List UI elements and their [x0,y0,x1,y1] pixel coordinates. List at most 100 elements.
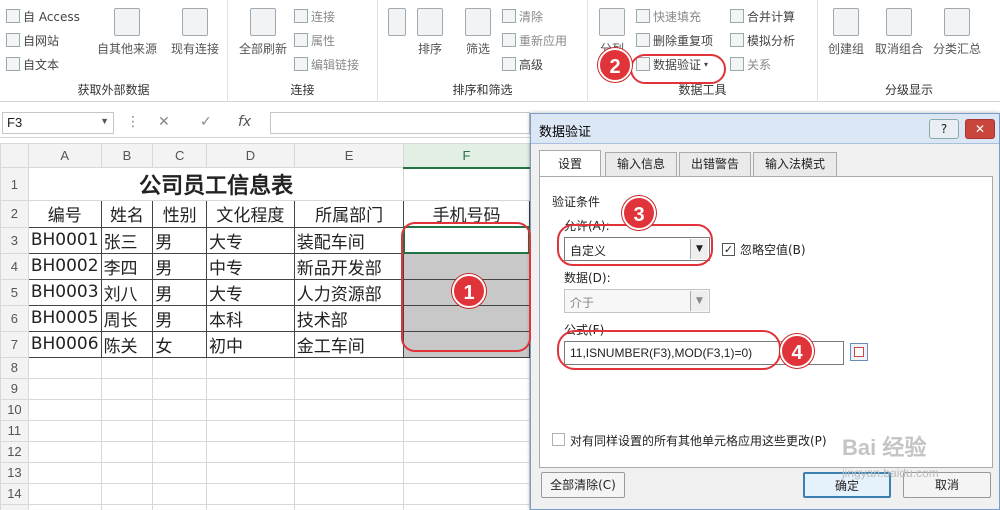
row-header[interactable]: 8 [0,356,29,379]
cell[interactable]: 张三 [100,226,154,254]
cell[interactable]: 男 [152,252,208,280]
cell[interactable] [403,482,530,505]
cell[interactable]: 本科 [206,304,295,332]
reapply-button[interactable]: 重新应用 [502,30,567,50]
cell[interactable] [293,503,405,510]
clear-all-button[interactable]: 全部清除(C) [541,472,625,498]
help-button[interactable]: ? [929,119,959,139]
cell[interactable] [403,419,530,442]
cell[interactable] [293,461,405,484]
cell[interactable] [27,461,102,484]
tab-input-message[interactable]: 输入信息 [605,152,677,176]
cell[interactable]: BH0003 [27,278,102,306]
insert-function-icon[interactable]: fx [238,114,251,130]
sort-az-button[interactable] [382,8,412,40]
cell[interactable] [152,461,208,484]
refresh-all-button[interactable]: 全部刷新 [232,8,294,57]
cell[interactable] [100,461,154,484]
row-header[interactable]: 11 [0,419,29,442]
sheet-title[interactable]: 公司员工信息表 [27,167,405,201]
cell[interactable]: 初中 [206,330,295,358]
cell[interactable] [206,440,295,463]
chevron-down-icon[interactable]: ▼ [100,116,109,126]
cell[interactable] [152,356,208,379]
cell[interactable] [403,398,530,421]
cell[interactable] [152,377,208,400]
cell[interactable]: 金工车间 [293,330,405,358]
existing-connections-button[interactable]: 现有连接 [165,8,225,57]
remove-duplicates-button[interactable]: 删除重复项 [636,30,713,50]
column-header-selected[interactable]: F [403,143,530,169]
properties-button[interactable]: 属性 [294,30,335,50]
row-header[interactable]: 2 [0,200,29,228]
cancel-icon[interactable]: ✕ [158,114,170,130]
cell[interactable] [152,419,208,442]
group-button[interactable]: 创建组 [824,8,868,57]
tab-ime-mode[interactable]: 输入法模式 [753,152,837,176]
name-box[interactable]: F3 ▼ [2,112,114,134]
column-header[interactable]: A [27,143,102,168]
row-header[interactable]: 7 [0,330,29,358]
relationships-button[interactable]: 关系 [730,54,771,74]
cell[interactable]: 李四 [100,252,154,280]
cell[interactable]: 男 [152,278,208,306]
cell[interactable]: BH0006 [27,330,102,358]
cell[interactable]: 男 [152,226,208,254]
ignore-blank-checkbox[interactable]: ✓ [722,243,735,256]
from-other-sources-button[interactable]: 自其他来源 [92,8,162,57]
cell[interactable] [293,377,405,400]
header-cell[interactable]: 文化程度 [206,200,295,228]
row-header[interactable]: 9 [0,377,29,400]
cell[interactable]: 周长 [100,304,154,332]
cell[interactable] [100,440,154,463]
cell[interactable] [293,356,405,379]
row-header[interactable]: 13 [0,461,29,484]
tab-settings[interactable]: 设置 [539,150,601,176]
row-header[interactable]: 1 [0,167,29,201]
cell[interactable] [206,419,295,442]
cell[interactable] [27,503,102,510]
cell[interactable]: BH0001 [27,226,102,254]
cell[interactable]: BH0002 [27,252,102,280]
cell[interactable] [403,377,530,400]
formula-input[interactable] [270,112,530,134]
cell[interactable] [403,503,530,510]
cell[interactable] [100,377,154,400]
apply-all-checkbox[interactable] [552,433,565,446]
cell[interactable] [206,356,295,379]
enter-icon[interactable]: ✓ [200,114,212,130]
cell[interactable] [206,482,295,505]
cell[interactable]: 大专 [206,226,295,254]
header-cell[interactable]: 编号 [27,200,102,228]
cell[interactable]: 人力资源部 [293,278,405,306]
cell[interactable] [206,461,295,484]
cell[interactable] [100,356,154,379]
cell[interactable] [100,482,154,505]
clear-button[interactable]: 清除 [502,6,543,26]
cell[interactable] [27,398,102,421]
header-cell[interactable]: 姓名 [100,200,154,228]
row-header[interactable]: 5 [0,278,29,306]
cell[interactable] [206,377,295,400]
cell[interactable] [27,356,102,379]
cell[interactable] [293,398,405,421]
tab-error-alert[interactable]: 出错警告 [679,152,751,176]
from-text-button[interactable]: 自文本 [6,54,59,74]
cell[interactable] [100,398,154,421]
range-picker-icon[interactable] [850,343,868,361]
consolidate-button[interactable]: 合并计算 [730,6,795,26]
row-header[interactable]: 10 [0,398,29,421]
row-header[interactable]: 6 [0,304,29,332]
cell[interactable] [293,419,405,442]
cell[interactable] [152,398,208,421]
from-web-button[interactable]: 自网站 [6,30,59,50]
header-cell[interactable]: 性别 [152,200,208,228]
cell[interactable] [152,482,208,505]
row-header[interactable]: 14 [0,482,29,505]
cell[interactable] [152,440,208,463]
column-header[interactable]: D [206,143,295,168]
cell[interactable]: 装配车间 [293,226,405,254]
cell[interactable] [403,440,530,463]
cell[interactable]: 新品开发部 [293,252,405,280]
cell[interactable]: 刘八 [100,278,154,306]
